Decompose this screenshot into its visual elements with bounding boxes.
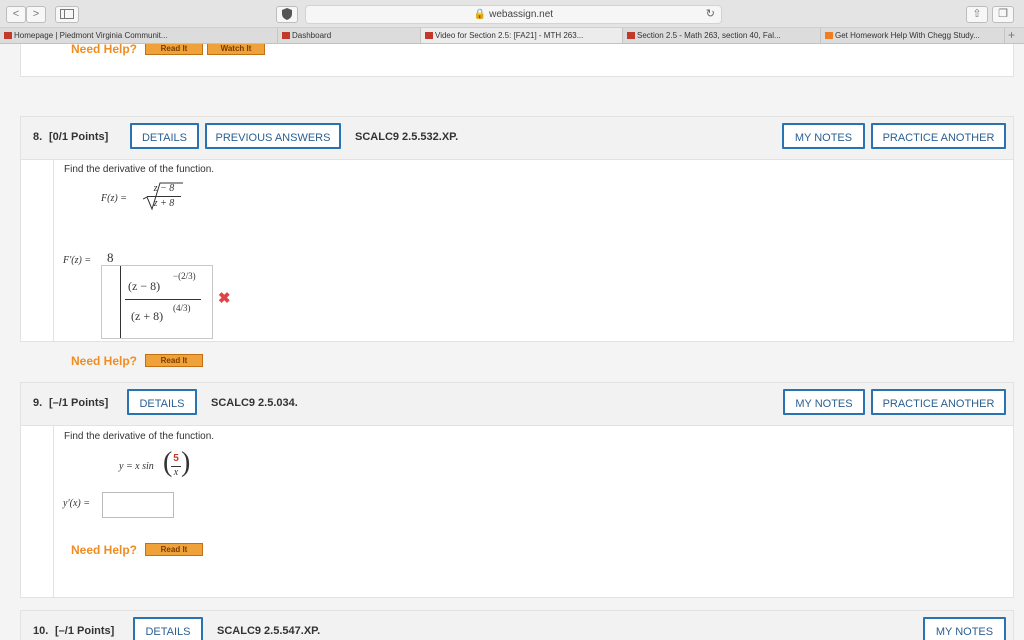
answer-denominator-exponent: (4/3) [173,303,191,313]
question-number: 10. [33,625,49,637]
browser-toolbar: < > 🔒 webassign.net ↻ ⇧ ❐ [0,0,1024,28]
question-8-card: 8. [0/1 Points] DETAILS PREVIOUS ANSWERS… [20,116,1014,368]
reload-icon[interactable]: ↻ [706,6,715,23]
back-button[interactable]: < [6,6,26,23]
forward-button[interactable]: > [26,6,46,23]
answer-lhs: y′(x) = [63,498,90,509]
prev-question-card: Need Help? Read It Watch It [20,44,1014,77]
question-prompt: Find the derivative of the function. [64,431,215,442]
webassign-favicon-icon [282,32,290,39]
function-numerator: z − 8 [153,183,175,194]
function-frac-numerator: 5 [173,453,179,464]
chegg-favicon-icon [825,32,833,39]
tab-label: Video for Section 2.5: [FA21] - MTH 263.… [435,31,584,40]
read-it-button[interactable]: Read It [145,44,203,55]
details-button[interactable]: DETAILS [133,617,203,640]
watch-it-button[interactable]: Watch It [207,44,265,55]
fraction-bar [147,196,181,197]
assignment-page: Need Help? Read It Watch It 8. [0/1 Poin… [0,44,1024,640]
read-it-button[interactable]: Read It [145,543,203,556]
tab-label: Dashboard [292,31,332,40]
tab-video-section[interactable]: Video for Section 2.5: [FA21] - MTH 263.… [421,28,623,43]
details-button[interactable]: DETAILS [130,123,199,149]
answer-numerator-base: (z − 8) [128,279,161,293]
function-frac-denominator: x [173,467,179,478]
prev-need-help: Need Help? [71,44,137,58]
url-text: webassign.net [489,9,554,20]
tab-label: Get Homework Help With Chegg Study... [835,31,980,40]
function-expression: y = x sin [119,461,154,472]
my-notes-button[interactable]: MY NOTES [782,123,865,149]
question-9-header: 9. [–/1 Points] DETAILS SCALC9 2.5.034. … [21,383,1013,426]
question-body-rule [53,159,54,341]
answer-fraction-bar [125,299,201,300]
question-code: SCALC9 2.5.547.XP. [217,625,321,637]
question-code: SCALC9 2.5.532.XP. [355,131,459,143]
question-points: [–/1 Points] [49,397,109,409]
tabs-overview-icon[interactable]: ❐ [992,6,1014,23]
need-help: Need Help? [71,352,137,370]
paren-right: ) [181,447,191,478]
tab-homepage[interactable]: Homepage | Piedmont Virginia Communit... [0,28,278,43]
sidebar-toggle-icon[interactable] [55,6,79,23]
question-body-rule [53,425,54,597]
answer-denominator-base: (z + 8) [131,309,164,323]
answer-lhs: F′(z) = [63,255,92,266]
question-points: [–/1 Points] [55,625,115,637]
question-9-card: 9. [–/1 Points] DETAILS SCALC9 2.5.034. … [20,382,1014,598]
privacy-shield-icon[interactable] [276,6,298,23]
need-help-label: Need Help? [71,44,138,56]
question-number: 9. [33,397,43,409]
previous-answers-button[interactable]: PREVIOUS ANSWERS [205,123,341,149]
webassign-favicon-icon [4,32,12,39]
answer-input[interactable] [102,492,174,518]
function-lhs: F(z) = [101,193,127,204]
read-it-button[interactable]: Read It [145,354,203,367]
question-number: 8. [33,131,43,143]
tab-label: Homepage | Piedmont Virginia Communit... [14,31,168,40]
tab-section-2-5[interactable]: Section 2.5 - Math 263, section 40, Fal.… [623,28,821,43]
tab-chegg[interactable]: Get Homework Help With Chegg Study... [821,28,1005,43]
tab-label: Section 2.5 - Math 263, section 40, Fal.… [637,31,781,40]
new-tab-icon[interactable]: + [1008,28,1015,43]
need-help: Need Help? [71,541,137,559]
my-notes-button[interactable]: MY NOTES [783,389,865,415]
question-10-card: 10. [–/1 Points] DETAILS SCALC9 2.5.547.… [20,610,1014,640]
tab-dashboard[interactable]: Dashboard [278,28,421,43]
question-prompt: Find the derivative of the function. [64,164,215,175]
need-help-label: Need Help? [71,354,138,368]
question-points: [0/1 Points] [49,131,109,143]
answer-box[interactable] [101,265,213,339]
practice-another-button[interactable]: PRACTICE ANOTHER [871,123,1006,149]
answer-numerator-exponent: −(2/3) [173,271,196,281]
webassign-favicon-icon [425,32,433,39]
tab-bar: Homepage | Piedmont Virginia Communit...… [0,28,1024,44]
practice-another-button[interactable]: PRACTICE ANOTHER [871,389,1006,415]
question-10-header: 10. [–/1 Points] DETAILS SCALC9 2.5.547.… [21,611,1013,640]
address-bar[interactable]: 🔒 webassign.net ↻ [305,5,722,24]
incorrect-icon: ✖ [218,290,231,307]
my-notes-button[interactable]: MY NOTES [923,617,1006,640]
question-8-header: 8. [0/1 Points] DETAILS PREVIOUS ANSWERS… [21,117,1013,160]
lock-icon: 🔒 [473,9,487,20]
share-icon[interactable]: ⇧ [966,6,988,23]
function-denominator: z + 8 [153,198,175,209]
answer-coefficient: 8 [107,250,114,265]
details-button[interactable]: DETAILS [127,389,197,415]
question-code: SCALC9 2.5.034. [211,397,298,409]
section-favicon-icon [627,32,635,39]
need-help-label: Need Help? [71,543,138,557]
